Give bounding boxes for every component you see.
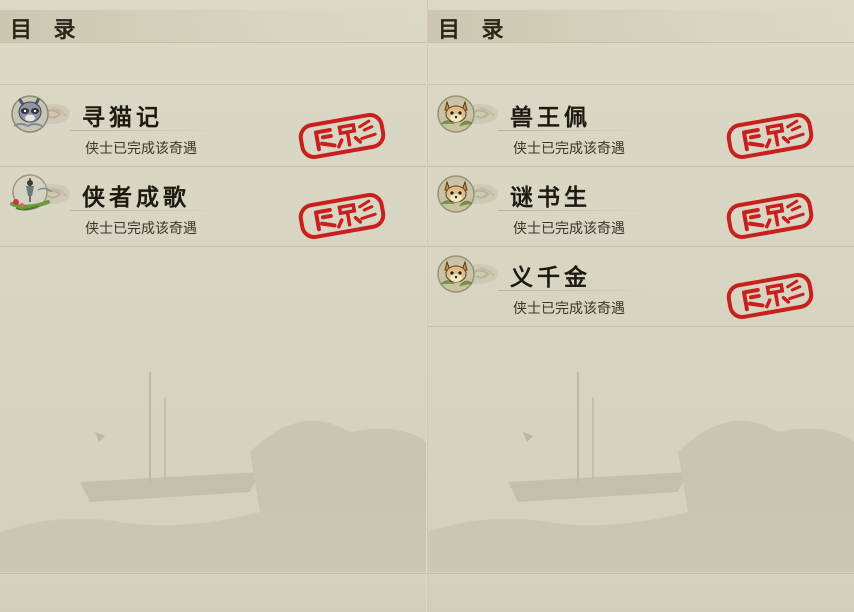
encounter-entry[interactable]: 义千金 侠士已完成该奇遇	[428, 246, 854, 327]
encounter-name: 兽王佩	[510, 105, 591, 130]
encounter-entry[interactable]: 寻猫记 侠士已完成该奇遇	[0, 86, 426, 167]
completed-stamp-icon	[725, 272, 815, 320]
name-divider	[70, 130, 220, 131]
header-strip	[428, 44, 854, 85]
completed-stamp-icon	[725, 112, 815, 160]
encounter-status: 侠士已完成该奇遇	[85, 141, 197, 157]
completed-stamp-icon	[297, 192, 387, 240]
encounter-name: 寻猫记	[82, 105, 163, 130]
encounter-name: 侠者成歌	[82, 185, 190, 210]
fox-icon	[436, 174, 500, 214]
footer-bar	[428, 573, 854, 612]
raccoon-icon	[8, 94, 72, 134]
name-divider	[498, 210, 648, 211]
encounter-status: 侠士已完成该奇遇	[85, 221, 197, 237]
landscape-background	[0, 362, 426, 572]
right-catalog-panel: 目 录 兽王佩 侠士已完成该奇遇 谜书生 侠士已完成该奇遇 义千金 侠士已完成该…	[427, 0, 854, 612]
completed-stamp-icon	[297, 112, 387, 160]
encounter-status: 侠士已完成该奇遇	[513, 141, 625, 157]
name-divider	[498, 130, 648, 131]
swordsman-boat-icon	[8, 174, 72, 214]
fox-icon	[436, 254, 500, 294]
encounter-entry[interactable]: 侠者成歌 侠士已完成该奇遇	[0, 166, 426, 247]
encounter-entry[interactable]: 兽王佩 侠士已完成该奇遇	[428, 86, 854, 167]
encounter-name: 义千金	[510, 265, 591, 290]
encounter-status: 侠士已完成该奇遇	[513, 221, 625, 237]
encounter-entry[interactable]: 谜书生 侠士已完成该奇遇	[428, 166, 854, 247]
name-divider	[70, 210, 220, 211]
completed-stamp-icon	[725, 192, 815, 240]
landscape-background	[428, 362, 854, 572]
encounter-status: 侠士已完成该奇遇	[513, 301, 625, 317]
name-divider	[498, 290, 648, 291]
panel-title: 目 录	[10, 17, 84, 42]
encounter-name: 谜书生	[510, 185, 591, 210]
panel-title: 目 录	[438, 17, 512, 42]
left-catalog-panel: 目 录 寻猫记 侠士已完成该奇遇 侠者成歌 侠士已完成该奇遇	[0, 0, 426, 612]
footer-bar	[0, 573, 426, 612]
header-strip	[0, 44, 426, 85]
fox-icon	[436, 94, 500, 134]
